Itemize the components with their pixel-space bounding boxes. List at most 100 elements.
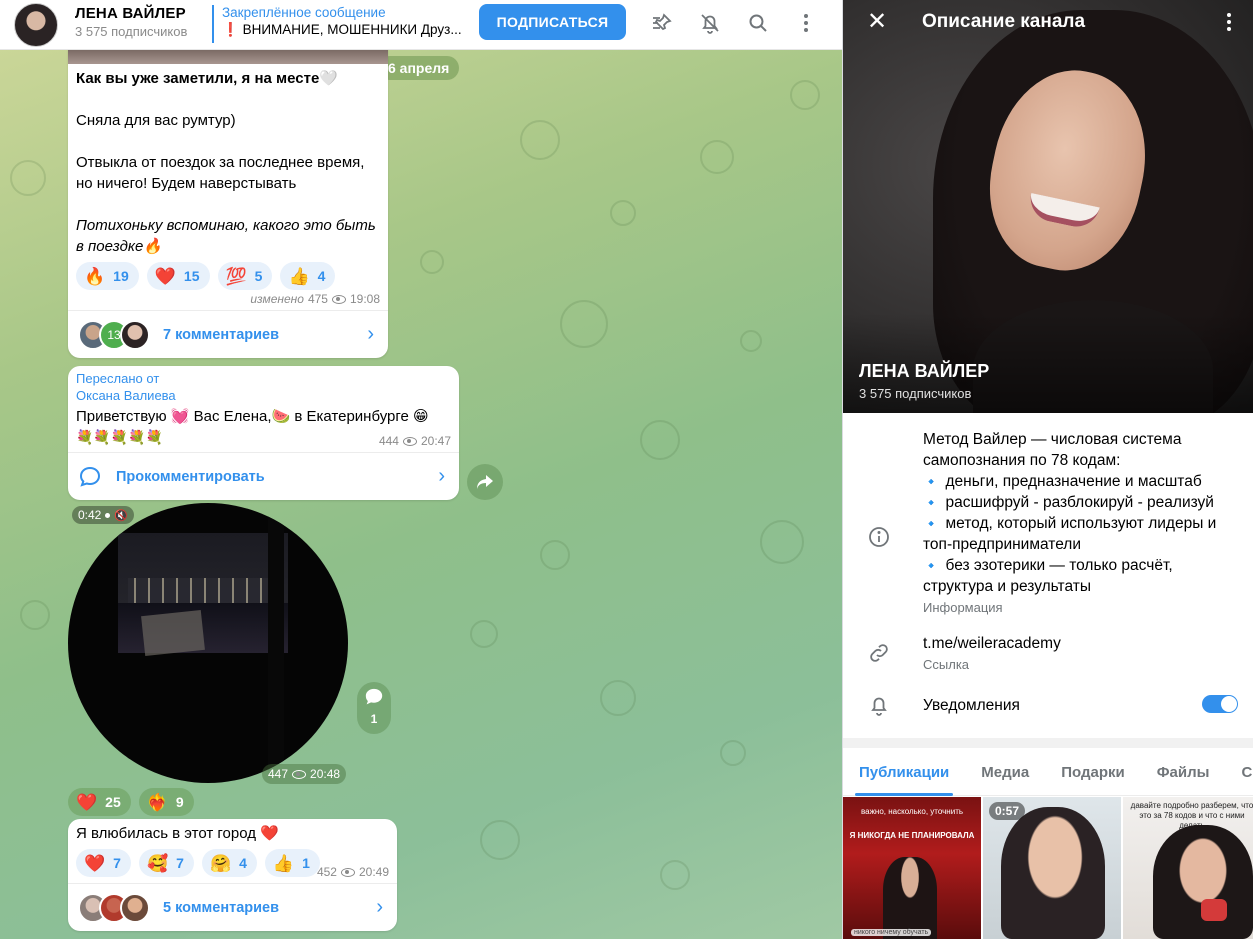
channel-subscribers: 3 575 подписчиков <box>75 24 188 39</box>
avatar <box>120 319 150 350</box>
forwarded-from[interactable]: Оксана Валиева <box>76 387 176 404</box>
blue-diamond-icon: 🔹 <box>923 516 940 531</box>
commenter-avatars: 13 <box>78 319 150 350</box>
reaction-heart[interactable]: ❤️ 15 <box>146 262 210 290</box>
tab-more[interactable]: С <box>1225 748 1253 796</box>
hug-icon: 🤗 <box>209 853 232 873</box>
view-count: 475 <box>307 292 328 306</box>
reaction-fire[interactable]: 🔥 19 <box>76 262 139 290</box>
eye-icon <box>340 867 355 877</box>
channel-cover-photo <box>843 0 1253 413</box>
description-item: 🔹 деньги, предназначение и масштаб <box>923 473 1202 490</box>
reaction-heart-on-fire[interactable]: ❤️‍🔥 9 <box>138 788 194 816</box>
heart-icon: ❤️ <box>154 266 176 286</box>
description-item: 🔹 без эзотерики — только расчёт, структу… <box>923 557 1173 595</box>
comments-button[interactable]: 13 7 комментариев › <box>68 310 388 358</box>
description-intro: Метод Вайлер — числовая система самопозн… <box>923 431 1182 469</box>
blue-diamond-icon: 🔹 <box>923 495 940 510</box>
video-duration-badge: 0:57 <box>989 802 1026 820</box>
reaction-smiling-hearts[interactable]: 🥰 7 <box>138 849 194 877</box>
reaction-hug[interactable]: 🤗 4 <box>201 849 257 877</box>
media-thumbnail[interactable]: 0:57 <box>983 797 1121 939</box>
video-meta: 447 20:48 <box>262 764 347 784</box>
comment-bubble-icon <box>79 466 101 487</box>
message-italic-line: Потихоньку вспоминаю, какого это быть в … <box>76 217 376 255</box>
info-icon <box>869 527 889 547</box>
share-button[interactable] <box>467 464 503 500</box>
thumbs-up-icon: 👍 <box>288 266 310 286</box>
forward-arrow-icon <box>477 475 493 489</box>
tab-publications[interactable]: Публикации <box>843 748 965 796</box>
channel-subscribers: 3 575 подписчиков <box>859 386 972 401</box>
tab-gifts[interactable]: Подарки <box>1045 748 1141 796</box>
bell-off-icon[interactable] <box>698 11 722 35</box>
avatar <box>120 892 150 923</box>
comments-button[interactable]: 5 комментариев › <box>68 883 397 931</box>
thumbnail-footer: никого ничему обучать <box>851 929 932 936</box>
eye-icon <box>292 769 307 779</box>
video-comments-button[interactable]: 1 <box>357 682 391 734</box>
more-vertical-icon[interactable] <box>794 11 818 35</box>
media-tabs: Публикации Медиа Подарки Файлы С <box>843 748 1253 796</box>
subscribe-button[interactable]: ПОДПИСАТЬСЯ <box>479 4 626 40</box>
message-line: Приветствую 💓 Вас Елена,🍉 в Екатеринбург… <box>76 408 429 425</box>
message-line: Отвыкла от поездок за последнее время, н… <box>76 154 365 192</box>
forwarded-message-bubble[interactable]: Переслано от Оксана Валиева Приветствую … <box>68 366 459 500</box>
thumbnail-caption: важно, насколько, уточнить <box>860 807 964 816</box>
thumbnail-nails <box>1201 899 1227 921</box>
comment-bubble-icon <box>365 688 383 705</box>
chat-area: ЛЕНА ВАЙЛЕР 3 575 подписчиков Закреплённ… <box>0 0 842 939</box>
media-thumbnail[interactable]: давайте подробно разберем, что это за 78… <box>1123 797 1253 939</box>
media-thumbnail[interactable]: важно, насколько, уточнить Я НИКОГДА НЕ … <box>843 797 981 939</box>
message-bold-line: Как вы уже заметили, я на месте🤍 <box>76 70 338 87</box>
comment-button[interactable]: Прокомментировать › <box>68 452 459 500</box>
reaction-heart[interactable]: ❤️ 25 <box>68 788 131 816</box>
tab-files[interactable]: Файлы <box>1141 748 1226 796</box>
message-meta: 444 20:47 <box>379 434 451 448</box>
media-grid: важно, насколько, уточнить Я НИКОГДА НЕ … <box>843 797 1253 939</box>
comment-label: Прокомментировать <box>116 468 265 485</box>
window-frame <box>268 503 284 783</box>
pinned-message[interactable]: Закреплённое сообщение ❗ ВНИМАНИЕ, МОШЕН… <box>212 5 462 43</box>
description-caption: Информация <box>923 600 1003 615</box>
notifications-toggle[interactable] <box>1202 695 1238 713</box>
blue-diamond-icon: 🔹 <box>923 474 940 489</box>
forwarded-label: Переслано от <box>76 371 160 386</box>
reaction-hundred[interactable]: 💯 5 <box>217 262 273 290</box>
more-vertical-icon[interactable] <box>1219 10 1239 34</box>
edited-label: изменено <box>250 292 304 306</box>
channel-link[interactable]: t.me/weileracademy <box>923 633 1240 654</box>
message-bubble[interactable]: Как вы уже заметили, я на месте🤍 Сняла д… <box>68 46 388 358</box>
reaction-thumbs-up[interactable]: 👍 4 <box>280 262 336 290</box>
reaction-heart[interactable]: ❤️ 7 <box>76 849 131 877</box>
muted-speaker-icon[interactable]: 🔇 <box>114 509 128 522</box>
eye-icon <box>402 436 417 446</box>
chevron-right-icon: › <box>438 465 445 487</box>
search-icon[interactable] <box>746 11 770 35</box>
message-bubble[interactable]: Я влюбилась в этот город ❤️ ❤️ 7 🥰 7 🤗 4 👍 1… <box>68 819 397 931</box>
reactions-bar: 🔥 19 ❤️ 15 💯 5 👍 4 <box>76 262 336 290</box>
round-video-message[interactable] <box>68 503 348 783</box>
close-icon[interactable]: ✕ <box>867 8 887 36</box>
notifications-label: Уведомления <box>923 697 1020 714</box>
thumbnail-person <box>1001 807 1105 939</box>
comment-count: 1 <box>370 712 378 726</box>
heart-icon: ❤️ <box>84 853 106 873</box>
tab-media[interactable]: Медиа <box>965 748 1045 796</box>
message-meta: изменено 475 19:08 <box>250 292 380 306</box>
message-time: 19:08 <box>349 292 380 306</box>
description-item: 🔹 метод, который используют лидеры и топ… <box>923 515 1217 553</box>
heart-icon: ❤️ <box>76 792 98 812</box>
channel-title[interactable]: ЛЕНА ВАЙЛЕР <box>75 5 186 22</box>
heart-on-fire-icon: ❤️‍🔥 <box>146 792 168 812</box>
reaction-thumbs-up[interactable]: 👍 1 <box>264 849 320 877</box>
reactions-bar: ❤️ 7 🥰 7 🤗 4 👍 1 <box>76 849 320 877</box>
thumbs-up-icon: 👍 <box>272 853 295 873</box>
chat-header: ЛЕНА ВАЙЛЕР 3 575 подписчиков Закреплённ… <box>0 0 842 50</box>
pinned-list-icon[interactable] <box>650 11 674 35</box>
channel-avatar[interactable] <box>14 3 58 47</box>
panel-topbar: ✕ Описание канала <box>843 0 1253 44</box>
view-count: 444 <box>378 434 399 448</box>
view-count: 452 <box>316 865 337 879</box>
channel-info-panel: ✕ Описание канала ЛЕНА ВАЙЛЕР 3 575 подп… <box>842 0 1253 939</box>
